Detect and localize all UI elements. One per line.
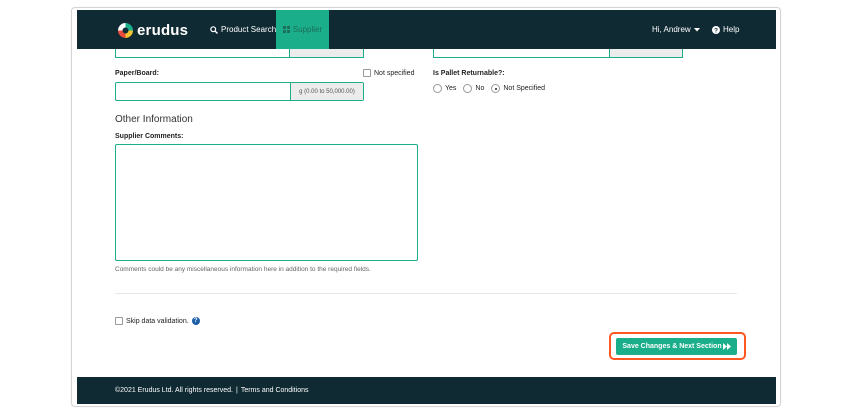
- question-circle-icon[interactable]: ?: [191, 317, 200, 325]
- caret-down-icon: [693, 27, 700, 31]
- pallet-radio-no[interactable]: No: [463, 84, 484, 93]
- footer-copyright: ©2021 Erudus Ltd. All rights reserved.: [115, 387, 233, 394]
- nav-supplier[interactable]: Supplier: [276, 10, 329, 49]
- save-next-section-button[interactable]: Save Changes & Next Section: [616, 338, 737, 355]
- user-menu[interactable]: Hi, Andrew: [652, 10, 703, 49]
- browser-frame: erudus Product Search Supplier Hi, Andre…: [71, 7, 781, 407]
- pallet-radio-yes-label: Yes: [445, 85, 457, 92]
- fast-forward-icon: [722, 343, 731, 350]
- pallet-returnable-label: Is Pallet Returnable?:: [433, 70, 505, 77]
- paper-board-label: Paper/Board:: [115, 70, 159, 77]
- skip-validation-checkbox[interactable]: [115, 317, 123, 325]
- footer-separator: |: [236, 387, 238, 394]
- skip-validation-label: Skip data validation.: [126, 317, 189, 325]
- radio-button[interactable]: [463, 84, 473, 93]
- pallet-radio-no-label: No: [475, 85, 485, 92]
- nav-help-label: Help: [723, 25, 740, 34]
- user-greeting: Hi, Andrew: [652, 25, 691, 34]
- top-navbar: erudus Product Search Supplier Hi, Andre…: [77, 10, 776, 49]
- pallet-returnable-radio-group: Yes No Not Specified: [433, 84, 552, 93]
- other-information-title: Other Information: [115, 114, 193, 125]
- brand-name: erudus: [137, 21, 189, 39]
- nav-product-search-label: Product Search: [221, 25, 277, 34]
- previous-field-addon: [289, 49, 364, 58]
- nav-help[interactable]: ? Help: [712, 10, 739, 49]
- search-icon: [210, 25, 218, 34]
- grid-icon: [282, 26, 290, 33]
- pallet-radio-not-specified-label: Not Specified: [503, 85, 546, 92]
- paper-board-not-specified[interactable]: Not specified: [363, 69, 414, 77]
- not-specified-checkbox[interactable]: [363, 69, 371, 77]
- footer-terms-link[interactable]: Terms and Conditions: [241, 387, 309, 394]
- not-specified-checkbox-label: Not specified: [374, 69, 415, 77]
- supplier-comments-help: Comments could be any miscellaneous info…: [115, 266, 371, 273]
- previous-field-addon-right: [609, 49, 683, 58]
- nav-product-search[interactable]: Product Search: [210, 10, 276, 49]
- question-circle-icon: ?: [712, 25, 720, 34]
- pallet-radio-yes[interactable]: Yes: [433, 84, 456, 93]
- supplier-comments-textarea[interactable]: [115, 144, 418, 261]
- paper-board-input-group: g (0.00 to 50,000.00): [115, 82, 364, 101]
- paper-board-unit-addon: g (0.00 to 50,000.00): [290, 83, 363, 100]
- skip-validation-row[interactable]: Skip data validation. ?: [115, 317, 200, 325]
- radio-button[interactable]: [433, 84, 442, 93]
- erudus-logo-icon: [117, 22, 134, 39]
- paper-board-input[interactable]: [116, 83, 290, 100]
- form-content: Paper/Board: Not specified g (0.00 to 50…: [77, 49, 776, 377]
- save-button-label: Save Changes & Next Section: [622, 343, 722, 350]
- pallet-radio-not-specified[interactable]: Not Specified: [491, 84, 545, 93]
- section-divider: [115, 293, 737, 294]
- radio-button-checked[interactable]: [491, 84, 501, 93]
- svg-text:?: ?: [714, 27, 718, 34]
- supplier-comments-label: Supplier Comments:: [115, 133, 184, 140]
- page-footer: ©2021 Erudus Ltd. All rights reserved. |…: [77, 377, 776, 404]
- erudus-logo[interactable]: erudus: [117, 21, 188, 39]
- nav-supplier-label: Supplier: [292, 25, 323, 34]
